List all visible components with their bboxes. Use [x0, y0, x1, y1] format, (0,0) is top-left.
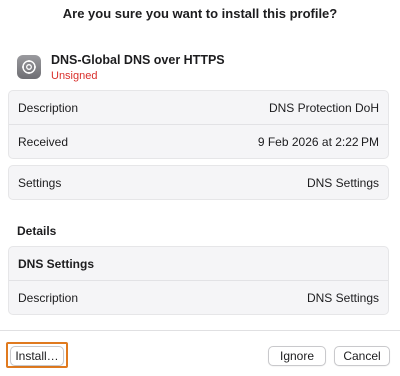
cancel-button[interactable]: Cancel	[334, 346, 390, 366]
footer-divider	[0, 330, 400, 331]
description-label: Description	[18, 100, 79, 115]
settings-card: Settings DNS Settings	[8, 165, 389, 200]
settings-row: Settings DNS Settings	[9, 166, 388, 199]
received-row: Received 9 Feb 2026 at 2:22 PM	[9, 124, 388, 158]
details-card: DNS Settings Description DNS Settings	[8, 246, 389, 315]
dialog-title: Are you sure you want to install this pr…	[62, 6, 338, 21]
install-profile-dialog: Are you sure you want to install this pr…	[0, 0, 400, 376]
ignore-button[interactable]: Ignore	[268, 346, 326, 366]
profile-header: DNS-Global DNS over HTTPS Unsigned	[17, 52, 225, 83]
received-label: Received	[18, 134, 69, 149]
details-description-label: Description	[18, 290, 79, 305]
gear-icon	[17, 55, 41, 79]
summary-card: Description DNS Protection DoH Received …	[8, 90, 389, 159]
description-value: DNS Protection DoH	[268, 100, 379, 115]
received-value: 9 Feb 2026 at 2:22 PM	[257, 134, 379, 149]
details-description-value: DNS Settings	[306, 290, 379, 305]
details-section-header: DNS Settings	[9, 247, 388, 280]
profile-signed-status: Unsigned	[51, 70, 98, 82]
settings-value: DNS Settings	[306, 175, 379, 190]
description-row: Description DNS Protection DoH	[9, 91, 388, 124]
profile-name: DNS-Global DNS over HTTPS	[51, 53, 225, 67]
install-button[interactable]: Install…	[10, 346, 64, 366]
details-heading: Details	[17, 224, 57, 238]
details-description-row: Description DNS Settings	[9, 280, 388, 314]
settings-label: Settings	[18, 175, 62, 190]
details-section-title: DNS Settings	[18, 256, 95, 271]
